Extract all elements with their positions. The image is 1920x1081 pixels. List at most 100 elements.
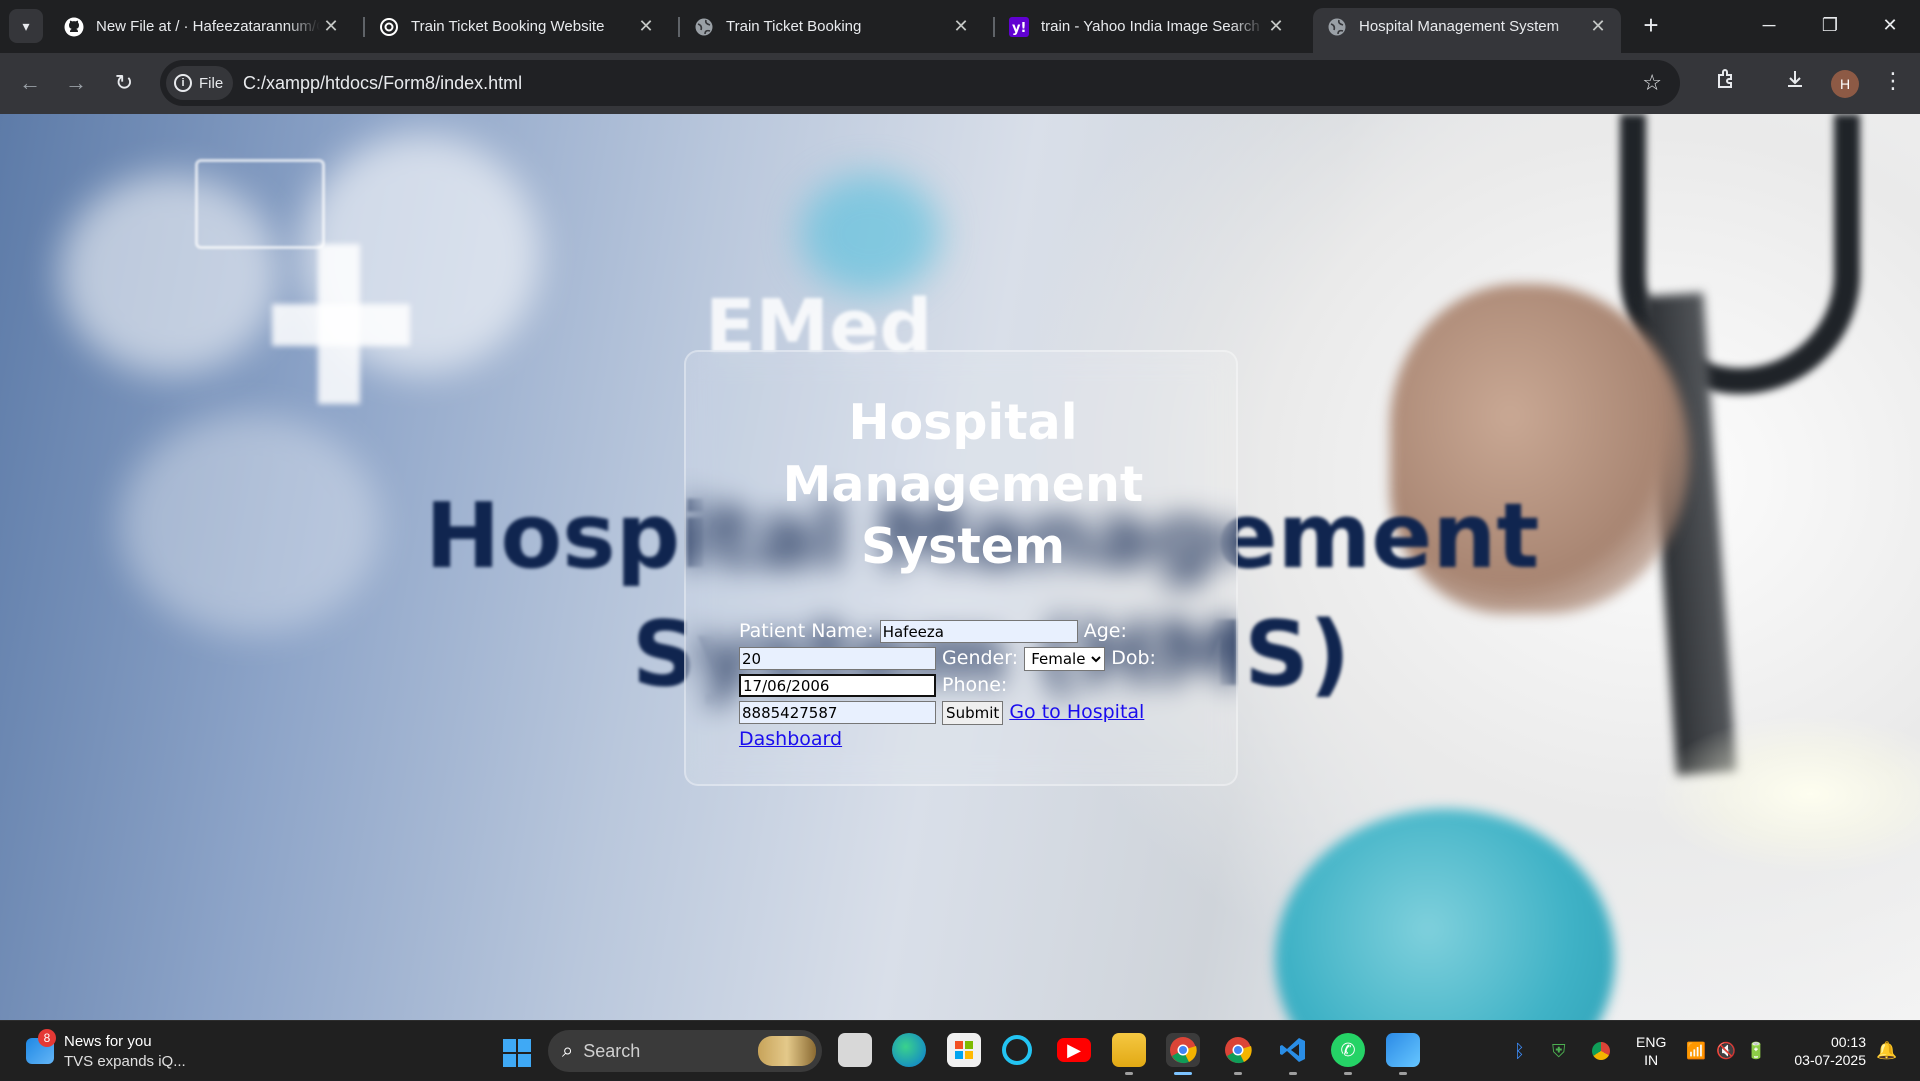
- window-close-button[interactable]: ✕: [1866, 8, 1914, 42]
- task-view-icon[interactable]: [838, 1033, 872, 1067]
- photos-icon[interactable]: [1386, 1033, 1420, 1067]
- app-running-indicator: [1125, 1072, 1133, 1075]
- patient-name-label: Patient Name:: [739, 620, 874, 642]
- age-input[interactable]: [739, 647, 936, 670]
- new-tab-button[interactable]: +: [1636, 10, 1666, 40]
- battery-icon[interactable]: 🔋: [1746, 1021, 1766, 1081]
- news-title: News for you: [64, 1033, 152, 1050]
- phone-label: Phone:: [942, 674, 1008, 696]
- info-icon: i: [174, 74, 192, 92]
- news-subtitle: TVS expands iQ...: [64, 1053, 186, 1070]
- taskbar-search-label: Search: [583, 1040, 641, 1061]
- windows-start-icon[interactable]: [503, 1039, 531, 1067]
- language-indicator[interactable]: ENG IN: [1636, 1033, 1666, 1069]
- tab-hospital-management-system[interactable]: Hospital Management System ✕: [1313, 8, 1621, 53]
- minimize-button[interactable]: ─: [1745, 8, 1793, 42]
- edge-icon[interactable]: [892, 1033, 926, 1067]
- tab-train-ticket-booking[interactable]: Train Ticket Booking ✕: [680, 8, 984, 45]
- news-badge: 8: [38, 1029, 56, 1047]
- system-clock[interactable]: 00:13 03-07-2025: [1786, 1033, 1866, 1069]
- chevron-down-icon: ▾: [22, 17, 30, 34]
- gender-label: Gender:: [942, 647, 1019, 669]
- patient-name-input[interactable]: [879, 620, 1078, 643]
- page-title-line1: Hospital: [848, 394, 1078, 451]
- tab-strip: ▾ New File at / · Hafeezatarannum/C ✕ Tr…: [0, 0, 1920, 53]
- search-icon: ⌕: [562, 1039, 574, 1062]
- wifi-icon[interactable]: 📶: [1686, 1021, 1706, 1081]
- site-info-chip[interactable]: i File: [166, 66, 234, 100]
- tab-yahoo-image-search[interactable]: y! train - Yahoo India Image Search r ✕: [995, 8, 1299, 45]
- menu-icon[interactable]: ⋮: [1878, 68, 1908, 94]
- app-running-indicator: [1399, 1072, 1407, 1075]
- back-button[interactable]: ←: [12, 65, 48, 101]
- news-widget[interactable]: 8 News for you TVS expands iQ...: [26, 1029, 226, 1073]
- phone-input[interactable]: [739, 701, 936, 724]
- page-viewport: EMed Hospital Management System (HMS) Ho…: [0, 114, 1920, 1020]
- patient-form: Patient Name: Age: Gender: Female Dob: P…: [739, 618, 1179, 753]
- close-icon[interactable]: ✕: [635, 16, 657, 37]
- site-info-label: File: [199, 74, 224, 92]
- svg-text:y!: y!: [1012, 21, 1026, 36]
- dob-input[interactable]: [739, 674, 936, 697]
- tab-title: New File at / · Hafeezatarannum/C: [96, 18, 320, 35]
- dob-label: Dob:: [1111, 647, 1156, 669]
- chrome-icon[interactable]: [1166, 1033, 1200, 1067]
- clock-date: 03-07-2025: [1794, 1052, 1866, 1068]
- browser-toolbar: ← → ↻ i File C:/xampp/htdocs/Form8/index…: [0, 53, 1920, 114]
- gender-select[interactable]: Female: [1024, 646, 1106, 671]
- background-glow: [120, 414, 380, 634]
- volume-muted-icon[interactable]: 🔇: [1716, 1021, 1736, 1081]
- forward-button[interactable]: →: [58, 65, 94, 101]
- github-icon: [64, 17, 84, 37]
- profile-avatar[interactable]: H: [1831, 70, 1859, 98]
- tab-title: train - Yahoo India Image Search r: [1041, 18, 1265, 35]
- region-code: IN: [1644, 1052, 1659, 1068]
- bluetooth-icon[interactable]: ᛒ: [1514, 1021, 1525, 1081]
- notifications-icon[interactable]: 🔔: [1876, 1021, 1897, 1081]
- security-shield-icon[interactable]: ⛨: [1552, 1021, 1566, 1081]
- dashboard-link-line2: Dashboard: [739, 728, 843, 750]
- address-bar[interactable]: i File C:/xampp/htdocs/Form8/index.html …: [160, 60, 1680, 106]
- age-label: Age:: [1083, 620, 1127, 642]
- tab-train-ticket-website[interactable]: Train Ticket Booking Website ✕: [365, 8, 669, 45]
- app-running-indicator: [1344, 1072, 1352, 1075]
- tab-title: Train Ticket Booking Website: [411, 18, 605, 35]
- globe-icon: [694, 17, 714, 37]
- youtube-icon[interactable]: ▶: [1057, 1038, 1091, 1062]
- restore-button[interactable]: ❐: [1806, 8, 1854, 42]
- close-icon[interactable]: ✕: [1265, 16, 1287, 37]
- page-title-line3: System: [860, 518, 1066, 575]
- download-icon[interactable]: [1780, 68, 1810, 96]
- url-text[interactable]: C:/xampp/htdocs/Form8/index.html: [243, 60, 522, 106]
- bookmark-star-icon[interactable]: ☆: [1642, 70, 1662, 96]
- file-explorer-icon[interactable]: [1112, 1033, 1146, 1067]
- openai-icon: [379, 17, 399, 37]
- globe-icon: [1327, 17, 1347, 37]
- whatsapp-icon[interactable]: ✆: [1331, 1033, 1365, 1067]
- chrome-profile-icon[interactable]: [1221, 1033, 1255, 1067]
- taskbar: 8 News for you TVS expands iQ... ⌕ Searc…: [0, 1020, 1920, 1080]
- tab-github[interactable]: New File at / · Hafeezatarannum/C ✕: [50, 8, 354, 45]
- page-title: Hospital Management System: [686, 392, 1240, 578]
- store-icon[interactable]: [947, 1033, 981, 1067]
- reload-button[interactable]: ↻: [106, 65, 142, 101]
- yahoo-icon: y!: [1009, 16, 1029, 37]
- close-icon[interactable]: ✕: [1587, 16, 1609, 37]
- taskbar-search[interactable]: ⌕ Search: [548, 1030, 822, 1072]
- tab-search-button[interactable]: ▾: [9, 9, 43, 43]
- close-icon[interactable]: ✕: [950, 16, 972, 37]
- background-light-flare: [1650, 714, 1920, 874]
- vscode-icon[interactable]: [1276, 1033, 1310, 1067]
- app-active-indicator: [1174, 1072, 1192, 1075]
- search-highlight-image: [758, 1036, 816, 1066]
- submit-button[interactable]: Submit: [942, 700, 1004, 725]
- clock-time: 00:13: [1830, 1034, 1866, 1050]
- extensions-icon[interactable]: [1711, 68, 1741, 96]
- dashboard-link-line1: Go to Hospital: [1009, 701, 1145, 723]
- registration-card: Hospital Management System Patient Name:…: [684, 350, 1238, 786]
- close-icon[interactable]: ✕: [320, 16, 342, 37]
- page-title-line2: Management: [782, 456, 1144, 513]
- chrome-tray-icon[interactable]: [1592, 1021, 1610, 1081]
- tab-title: Hospital Management System: [1359, 18, 1560, 35]
- cortana-icon[interactable]: [1002, 1035, 1032, 1065]
